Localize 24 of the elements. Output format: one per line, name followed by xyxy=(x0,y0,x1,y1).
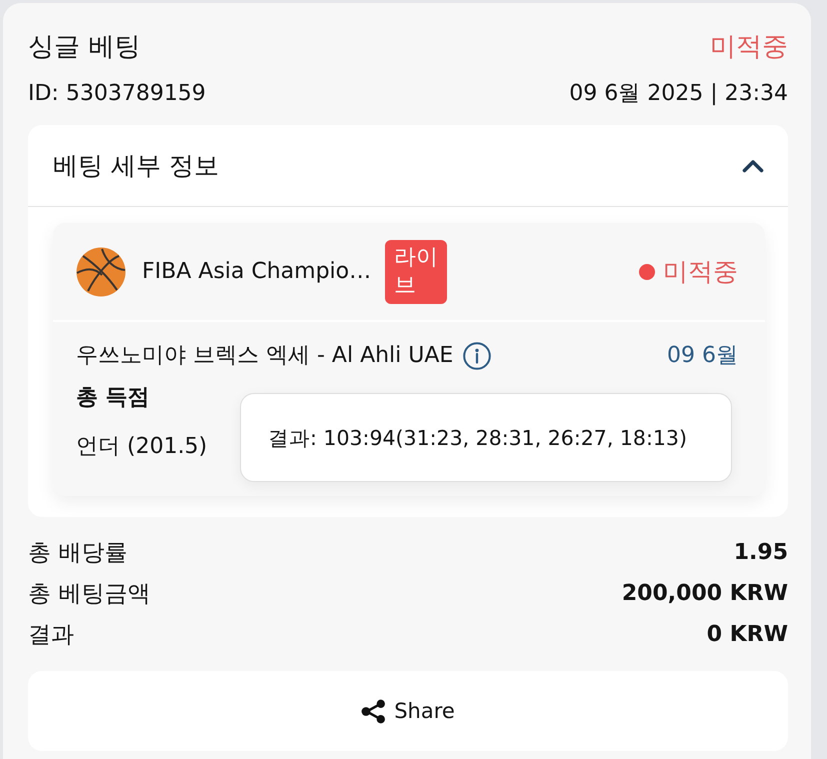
summary-value: 200,000 KRW xyxy=(622,580,788,608)
summary-label: 결과 xyxy=(28,621,74,650)
summary-value: 1.95 xyxy=(734,539,788,567)
share-button[interactable]: Share xyxy=(28,671,788,751)
summary-label: 총 배당률 xyxy=(28,539,128,568)
details-toggle[interactable]: 베팅 세부 정보 xyxy=(28,125,788,207)
summary-value: 0 KRW xyxy=(706,621,788,649)
league-name: FIBA Asia Champio… xyxy=(142,259,372,284)
basketball-icon xyxy=(76,246,126,296)
bet-datetime: 09 6월 2025 | 23:34 xyxy=(569,80,788,108)
info-icon[interactable] xyxy=(463,342,492,370)
live-badge: 라이브 xyxy=(385,240,448,304)
bet-type-title: 싱글 베팅 xyxy=(28,31,140,64)
bet-status: 미적중 xyxy=(710,31,788,64)
status-dot-icon xyxy=(639,264,655,280)
pick-label: 언더 (201.5) xyxy=(76,433,208,461)
market-name: 총 득점 xyxy=(76,384,150,412)
match-date: 09 6월 xyxy=(667,342,738,370)
result-tooltip: 결과: 103:94(31:23, 28:31, 26:27, 18:13) xyxy=(240,393,732,482)
match-name: 우쓰노미야 브렉스 엑세 - Al Ahli UAE xyxy=(76,342,454,370)
summary-label: 총 베팅금액 xyxy=(28,580,150,609)
share-icon xyxy=(361,698,386,724)
selection-status: 미적중 xyxy=(663,256,738,288)
bet-id: ID: 5303789159 xyxy=(28,80,206,108)
